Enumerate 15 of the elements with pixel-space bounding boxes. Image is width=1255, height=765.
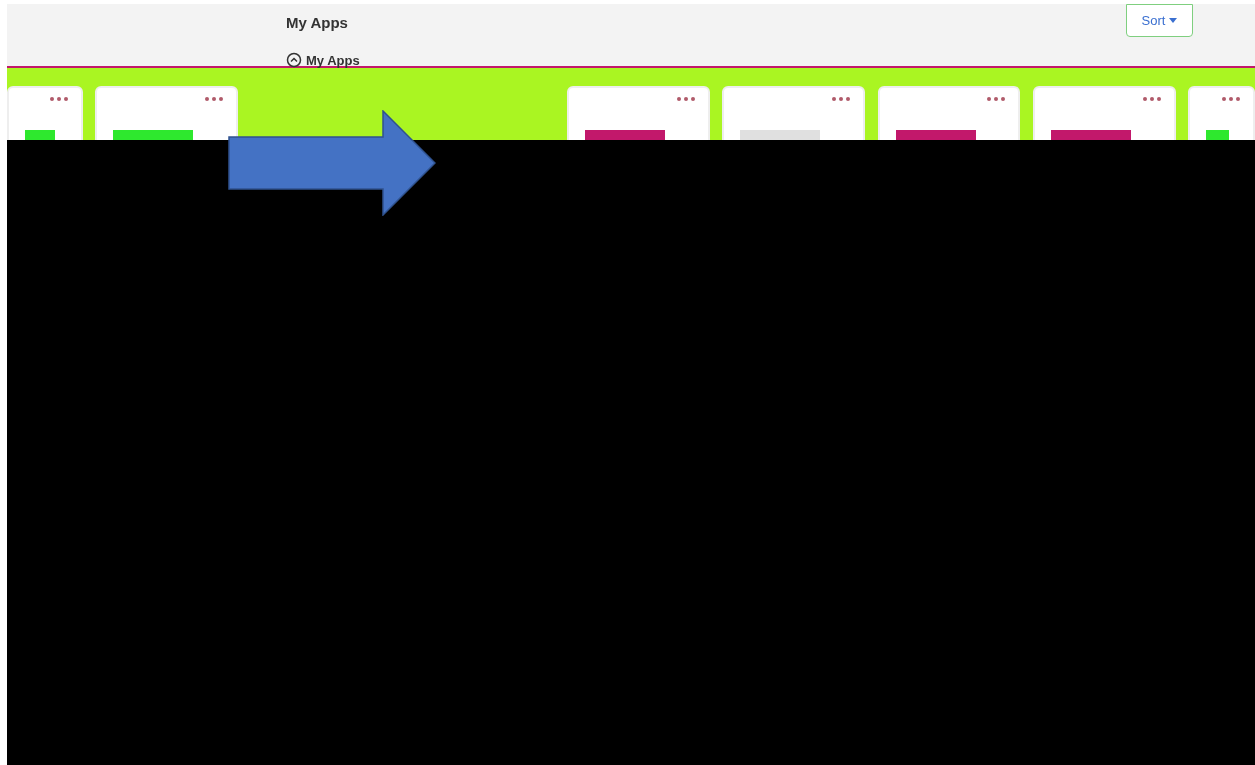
more-icon[interactable]	[676, 96, 696, 102]
section-title: My Apps	[306, 51, 360, 70]
more-icon[interactable]	[204, 96, 224, 102]
more-icon[interactable]	[1221, 96, 1241, 102]
app-card[interactable]	[878, 86, 1020, 140]
more-icon[interactable]	[831, 96, 851, 102]
app-card[interactable]	[567, 86, 710, 140]
chevron-up-circle-icon[interactable]	[286, 52, 302, 69]
more-icon[interactable]	[49, 96, 69, 102]
more-icon[interactable]	[1142, 96, 1162, 102]
sort-button[interactable]: Sort	[1126, 4, 1193, 37]
caret-icon	[1169, 18, 1178, 23]
more-icon[interactable]	[986, 96, 1006, 102]
app-card[interactable]	[1033, 86, 1176, 140]
page-title: My Apps	[286, 13, 349, 33]
